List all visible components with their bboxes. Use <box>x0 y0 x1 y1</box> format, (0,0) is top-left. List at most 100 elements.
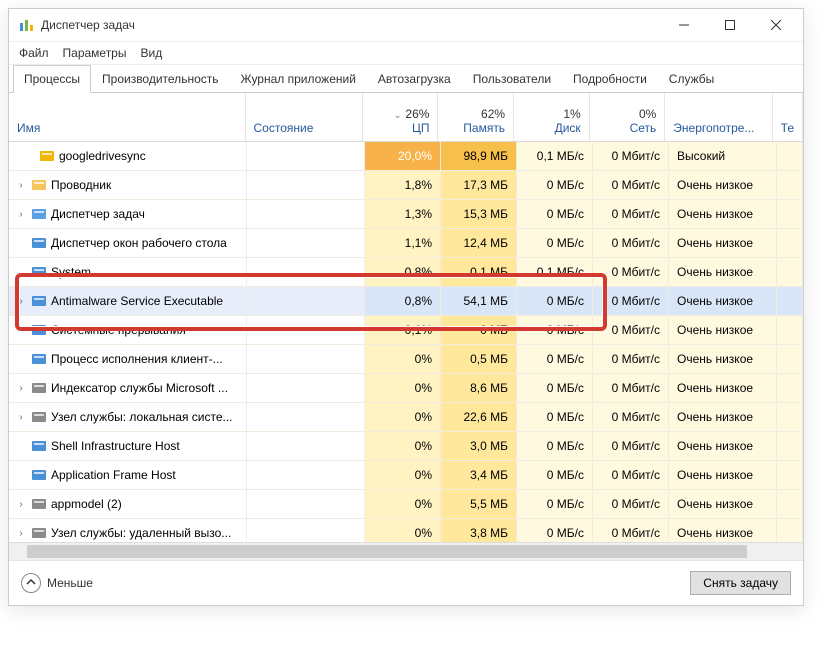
cell-disk: 0 МБ/с <box>517 461 593 489</box>
process-icon <box>31 438 47 454</box>
tabs: Процессы Производительность Журнал прило… <box>9 65 803 93</box>
cell-network: 0 Мбит/с <box>593 229 669 257</box>
process-name: Узел службы: удаленный вызо... <box>51 526 231 540</box>
table-row[interactable]: ›Узел службы: локальная систе...0%22,6 М… <box>9 403 803 432</box>
table-row[interactable]: Диспетчер окон рабочего стола1,1%12,4 МБ… <box>9 229 803 258</box>
process-icon <box>31 467 47 483</box>
table-row[interactable]: ›Проводник1,8%17,3 МБ0 МБ/с0 Мбит/сОчень… <box>9 171 803 200</box>
table-row[interactable]: googledrivesync20,0%98,9 МБ0,1 МБ/с0 Мби… <box>9 142 803 171</box>
cell-cpu: 1,8% <box>365 171 441 199</box>
process-icon <box>31 525 47 541</box>
cell-network: 0 Мбит/с <box>593 345 669 373</box>
table-row[interactable]: Процесс исполнения клиент-...0%0,5 МБ0 М… <box>9 345 803 374</box>
header-name[interactable]: Имя <box>9 93 246 141</box>
expand-icon[interactable]: › <box>15 383 27 394</box>
cell-name[interactable]: Системные прерывания <box>9 316 247 344</box>
menu-options[interactable]: Параметры <box>63 46 127 60</box>
cell-disk: 0 МБ/с <box>517 200 593 228</box>
menu-file[interactable]: Файл <box>19 46 49 60</box>
process-name: googledrivesync <box>59 149 146 163</box>
cell-memory: 0 МБ <box>441 316 517 344</box>
table-row[interactable]: ›Индексатор службы Microsoft ...0%8,6 МБ… <box>9 374 803 403</box>
table-row[interactable]: Shell Infrastructure Host0%3,0 МБ0 МБ/с0… <box>9 432 803 461</box>
fewer-details-toggle[interactable]: Меньше <box>21 573 93 593</box>
cell-status <box>247 403 365 431</box>
cell-extra <box>777 519 803 542</box>
cell-name[interactable]: System <box>9 258 247 286</box>
cell-name[interactable]: ›Диспетчер задач <box>9 200 247 228</box>
app-icon <box>19 17 35 33</box>
cell-name[interactable]: ›Индексатор службы Microsoft ... <box>9 374 247 402</box>
table-row[interactable]: ›Antimalware Service Executable0,8%54,1 … <box>9 287 803 316</box>
cell-disk: 0 МБ/с <box>517 490 593 518</box>
cell-name[interactable]: Диспетчер окон рабочего стола <box>9 229 247 257</box>
cell-network: 0 Мбит/с <box>593 316 669 344</box>
expand-icon[interactable]: › <box>15 412 27 423</box>
cell-name[interactable]: ›appmodel (2) <box>9 490 247 518</box>
cell-extra <box>777 171 803 199</box>
tab-app-history[interactable]: Журнал приложений <box>230 65 367 93</box>
expand-icon[interactable]: › <box>15 296 27 307</box>
table-row[interactable]: System0,8%0,1 МБ0,1 МБ/с0 Мбит/сОчень ни… <box>9 258 803 287</box>
cell-network: 0 Мбит/с <box>593 461 669 489</box>
cell-network: 0 Мбит/с <box>593 200 669 228</box>
table-row[interactable]: ›appmodel (2)0%5,5 МБ0 МБ/с0 Мбит/сОчень… <box>9 490 803 519</box>
process-name: Узел службы: локальная систе... <box>51 410 233 424</box>
expand-icon[interactable]: › <box>15 528 27 539</box>
cell-memory: 22,6 МБ <box>441 403 517 431</box>
table-row[interactable]: ›Диспетчер задач1,3%15,3 МБ0 МБ/с0 Мбит/… <box>9 200 803 229</box>
cell-name[interactable]: ›Antimalware Service Executable <box>9 287 247 315</box>
cell-memory: 17,3 МБ <box>441 171 517 199</box>
cell-name[interactable]: googledrivesync <box>9 142 247 170</box>
table-row[interactable]: ›Узел службы: удаленный вызо...0%3,8 МБ0… <box>9 519 803 542</box>
menubar: Файл Параметры Вид <box>9 42 803 65</box>
tab-details[interactable]: Подробности <box>562 65 658 93</box>
cell-memory: 3,8 МБ <box>441 519 517 542</box>
end-task-button[interactable]: Снять задачу <box>690 571 791 595</box>
close-button[interactable] <box>753 9 799 41</box>
horizontal-scrollbar[interactable] <box>9 542 803 560</box>
tab-services[interactable]: Службы <box>658 65 725 93</box>
header-extra[interactable]: Те <box>773 93 803 141</box>
tab-processes[interactable]: Процессы <box>13 65 91 93</box>
cell-name[interactable]: ›Проводник <box>9 171 247 199</box>
cell-name[interactable]: › Узел службы: локальная систе... <box>9 403 247 431</box>
tab-users[interactable]: Пользователи <box>462 65 562 93</box>
cell-name[interactable]: Application Frame Host <box>9 461 247 489</box>
cell-name[interactable]: Shell Infrastructure Host <box>9 432 247 460</box>
maximize-button[interactable] <box>707 9 753 41</box>
tab-performance[interactable]: Производительность <box>91 65 229 93</box>
header-power[interactable]: Энергопотре... <box>665 93 772 141</box>
column-headers: Имя Состояние ⌄26% ЦП 62%Память 1%Диск 0… <box>9 93 803 142</box>
expand-icon[interactable]: › <box>15 180 27 191</box>
scrollbar-thumb[interactable] <box>27 545 747 558</box>
cell-status <box>247 519 365 542</box>
table-row[interactable]: Системные прерывания0,1%0 МБ0 МБ/с0 Мбит… <box>9 316 803 345</box>
cell-memory: 5,5 МБ <box>441 490 517 518</box>
cell-name[interactable]: Процесс исполнения клиент-... <box>9 345 247 373</box>
cell-disk: 0 МБ/с <box>517 171 593 199</box>
header-status[interactable]: Состояние <box>246 93 363 141</box>
cell-extra <box>777 345 803 373</box>
cell-power: Очень низкое <box>669 316 777 344</box>
cell-extra <box>777 432 803 460</box>
table-row[interactable]: Application Frame Host0%3,4 МБ0 МБ/с0 Мб… <box>9 461 803 490</box>
titlebar[interactable]: Диспетчер задач <box>9 9 803 42</box>
header-network[interactable]: 0%Сеть <box>590 93 666 141</box>
header-disk[interactable]: 1%Диск <box>514 93 590 141</box>
header-memory[interactable]: 62%Память <box>438 93 514 141</box>
menu-view[interactable]: Вид <box>140 46 162 60</box>
process-name: Shell Infrastructure Host <box>51 439 180 453</box>
cell-disk: 0 МБ/с <box>517 403 593 431</box>
minimize-button[interactable] <box>661 9 707 41</box>
process-icon <box>31 264 47 280</box>
expand-icon[interactable]: › <box>15 499 27 510</box>
process-icon <box>39 148 55 164</box>
expand-icon[interactable]: › <box>15 209 27 220</box>
cell-network: 0 Мбит/с <box>593 432 669 460</box>
process-icon <box>31 293 47 309</box>
cell-memory: 98,9 МБ <box>441 142 517 170</box>
tab-startup[interactable]: Автозагрузка <box>367 65 462 93</box>
header-cpu[interactable]: ⌄26% ЦП <box>363 93 439 141</box>
cell-name[interactable]: › Узел службы: удаленный вызо... <box>9 519 247 542</box>
